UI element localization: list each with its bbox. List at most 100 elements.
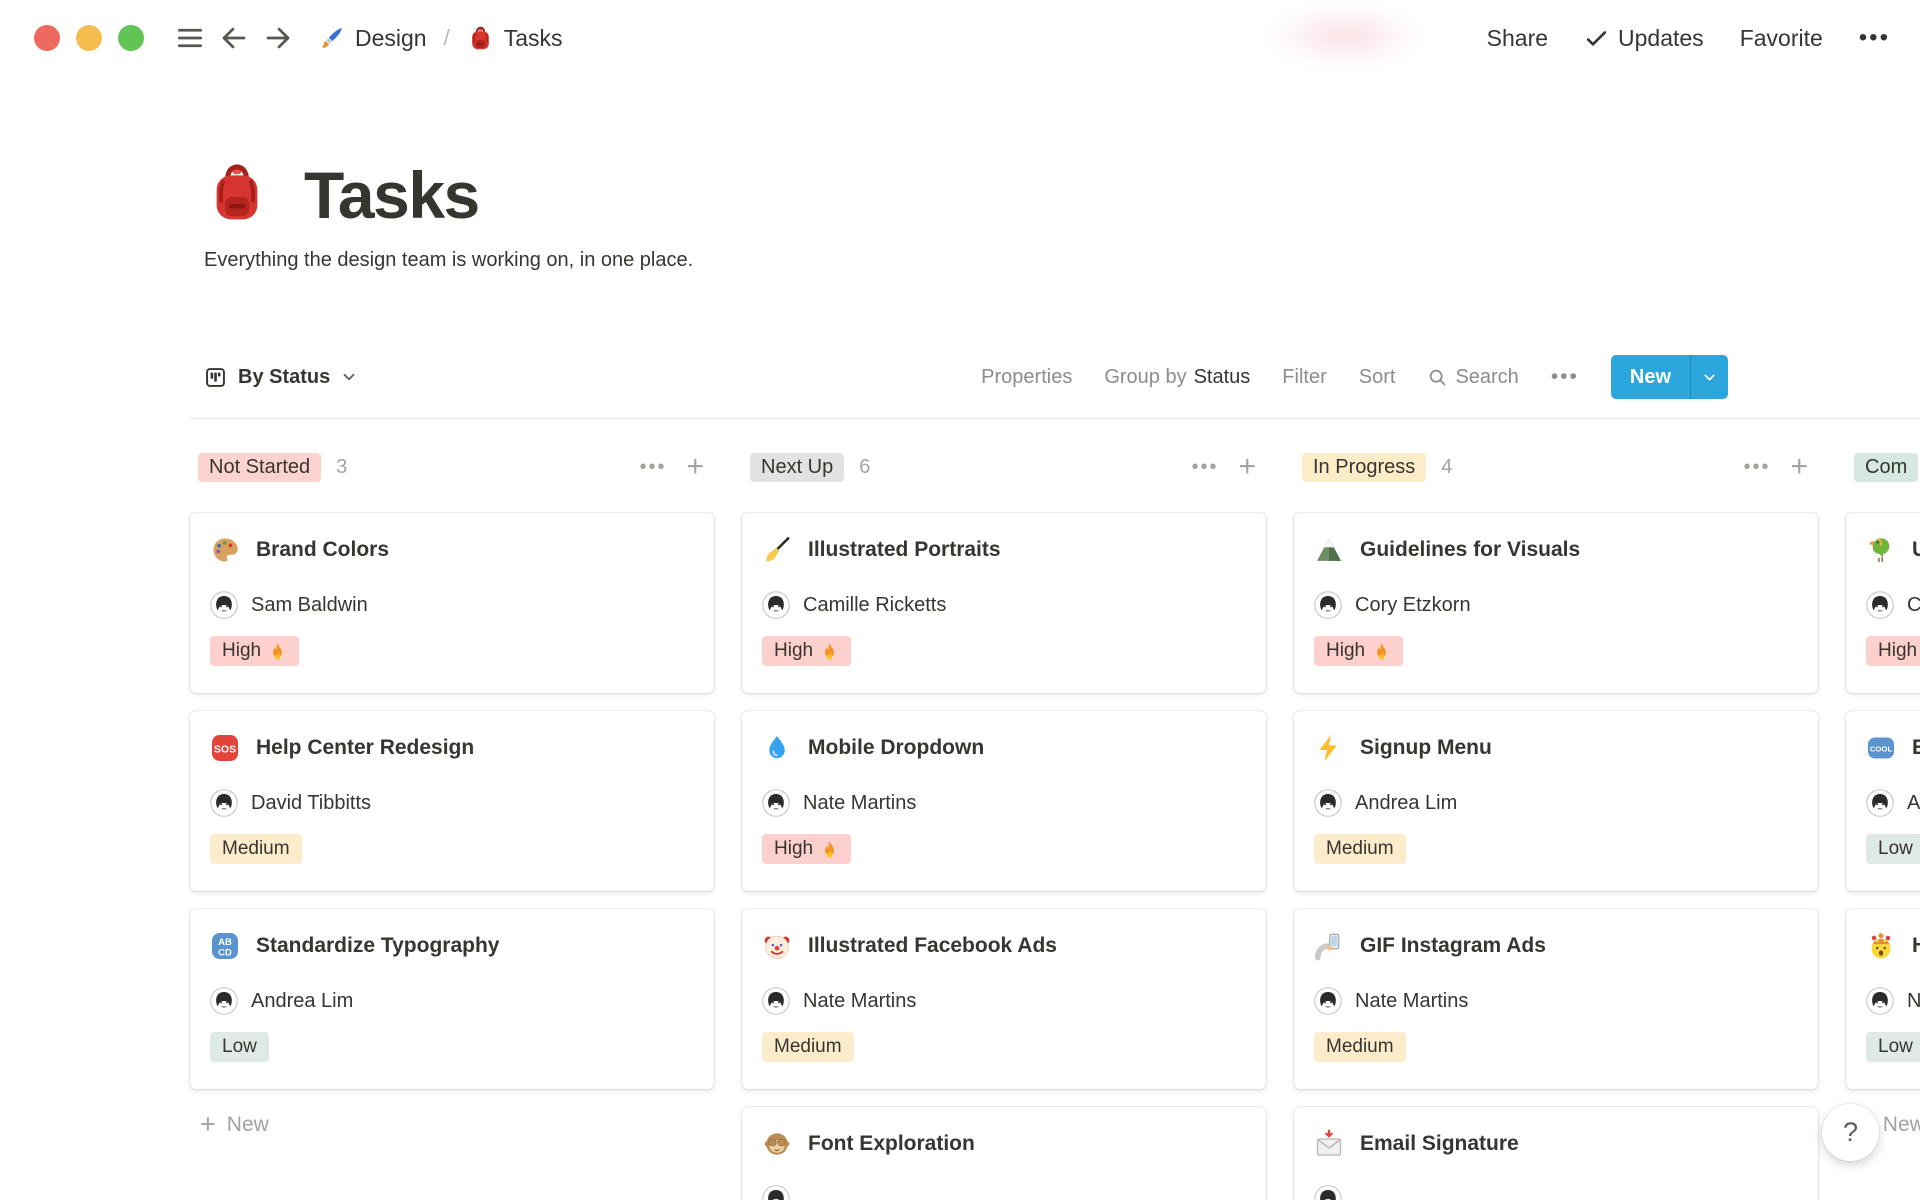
- card-title: Illustrated Portraits: [808, 538, 1001, 561]
- view-toolbar: By Status Properties Group by Status Fil…: [204, 348, 1728, 406]
- zoom-window-button[interactable]: [118, 25, 144, 51]
- task-card[interactable]: Standardize Typography Andrea Lim Low: [190, 909, 714, 1089]
- column-status-badge[interactable]: Next Up: [750, 452, 845, 482]
- priority-badge: Medium: [1314, 1032, 1406, 1062]
- avatar: [1866, 789, 1894, 817]
- priority-badge: Medium: [1314, 834, 1406, 864]
- card-title: Illustrated Facebook Ads: [808, 934, 1057, 957]
- lightning-icon: [1314, 733, 1344, 763]
- help-button[interactable]: ?: [1822, 1104, 1879, 1161]
- minimize-window-button[interactable]: [76, 25, 102, 51]
- assignee-name: A: [1907, 791, 1920, 814]
- card-title: H: [1912, 934, 1920, 957]
- column-add-button[interactable]: +: [1790, 452, 1808, 482]
- task-card[interactable]: H N Low: [1846, 909, 1920, 1089]
- favorite-button[interactable]: Favorite: [1740, 25, 1823, 52]
- column-add-button[interactable]: +: [1238, 452, 1256, 482]
- task-card[interactable]: U C High: [1846, 513, 1920, 693]
- column-count: 3: [336, 455, 348, 478]
- task-card[interactable]: Signup Menu Andrea Lim Medium: [1294, 711, 1818, 891]
- palette-icon: [210, 535, 240, 565]
- close-window-button[interactable]: [34, 25, 60, 51]
- search-button[interactable]: Search: [1427, 366, 1519, 389]
- priority-badge: High: [1314, 636, 1404, 666]
- assignee-name: Nate Martins: [803, 989, 917, 1012]
- share-button[interactable]: Share: [1487, 25, 1548, 52]
- priority-badge: High: [762, 834, 852, 864]
- card-title: Mobile Dropdown: [808, 736, 985, 759]
- page-icon-backpack[interactable]: [204, 160, 270, 231]
- assignee-name: Cory Etzkorn: [1355, 593, 1471, 616]
- fire-icon: [1372, 642, 1391, 661]
- fire-icon: [268, 642, 287, 661]
- assignee-name: Sam Baldwin: [251, 593, 368, 616]
- column-add-button[interactable]: +: [686, 452, 704, 482]
- task-card[interactable]: Guidelines for Visuals Cory Etzkorn High: [1294, 513, 1818, 693]
- cool-icon: [1866, 733, 1896, 763]
- task-card[interactable]: Illustrated Portraits Camille Ricketts H…: [742, 513, 1266, 693]
- droplet-icon: [762, 733, 792, 763]
- avatar: [210, 987, 238, 1015]
- priority-badge: Low: [210, 1032, 269, 1062]
- priority-badge: Medium: [210, 834, 302, 864]
- notion-window: Design / Tasks Share Updates Favorite ••…: [0, 0, 1920, 1200]
- task-card[interactable]: Brand Colors Sam Baldwin High: [190, 513, 714, 693]
- group-by-button[interactable]: Group by Status: [1104, 366, 1250, 389]
- column-count: 6: [859, 455, 871, 478]
- avatar: [762, 789, 790, 817]
- updates-button[interactable]: Updates: [1584, 25, 1704, 52]
- fire-icon: [820, 642, 839, 661]
- board-column-not-started: Not Started 3 ••• + Brand Colors Sam Bal…: [190, 449, 714, 1138]
- sidebar-toggle-button[interactable]: [168, 16, 212, 60]
- column-count: 4: [1441, 455, 1453, 478]
- ellipsis-icon: •••: [1858, 24, 1890, 51]
- task-card[interactable]: Font Exploration: [742, 1107, 1266, 1200]
- back-button[interactable]: [212, 16, 256, 60]
- view-more-button[interactable]: •••: [1551, 365, 1579, 389]
- new-button-dropdown[interactable]: [1691, 355, 1728, 399]
- page-description: Everything the design team is working on…: [204, 249, 694, 271]
- column-status-badge[interactable]: Com: [1854, 452, 1919, 482]
- incoming-envelope-icon: [1314, 1129, 1344, 1159]
- new-button[interactable]: New: [1610, 355, 1728, 399]
- add-card-button[interactable]: +New: [190, 1111, 269, 1138]
- card-title: GIF Instagram Ads: [1360, 934, 1546, 957]
- filter-button[interactable]: Filter: [1282, 366, 1326, 389]
- sort-button[interactable]: Sort: [1359, 366, 1396, 389]
- topbar-actions: Share Updates Favorite •••: [1487, 24, 1890, 52]
- arrow-right-icon: [262, 22, 294, 54]
- breadcrumb-tasks-label: Tasks: [503, 24, 563, 51]
- group-by-prefix: Group by: [1104, 365, 1187, 388]
- column-status-badge[interactable]: In Progress: [1302, 452, 1427, 482]
- column-more-button[interactable]: •••: [639, 456, 666, 479]
- breadcrumb: Design / Tasks: [312, 21, 569, 56]
- board-column-next-up: Next Up 6 ••• + Illustrated Portraits Ca…: [742, 449, 1266, 1200]
- board-column-in-progress: In Progress 4 ••• + Guidelines for Visua…: [1294, 449, 1818, 1200]
- task-card[interactable]: Help Center Redesign David Tibbitts Medi…: [190, 711, 714, 891]
- check-icon: [1584, 26, 1609, 51]
- hamburger-icon: [174, 22, 206, 54]
- assignee-name: Nate Martins: [1355, 989, 1469, 1012]
- column-more-button[interactable]: •••: [1191, 456, 1218, 479]
- properties-button[interactable]: Properties: [981, 366, 1072, 389]
- task-card[interactable]: Email Signature: [1294, 1107, 1818, 1200]
- column-more-button[interactable]: •••: [1743, 456, 1770, 479]
- task-card[interactable]: Mobile Dropdown Nate Martins High: [742, 711, 1266, 891]
- card-title: Brand Colors: [256, 538, 390, 561]
- breadcrumb-tasks[interactable]: Tasks: [461, 21, 569, 56]
- priority-badge: Low: [1866, 1032, 1920, 1062]
- card-title: E: [1912, 736, 1920, 759]
- forward-button[interactable]: [256, 16, 300, 60]
- assignee-name: Andrea Lim: [1355, 791, 1458, 814]
- paintbrush-icon: [318, 25, 345, 52]
- task-card[interactable]: E A Low: [1846, 711, 1920, 891]
- task-card[interactable]: Illustrated Facebook Ads Nate Martins Me…: [742, 909, 1266, 1089]
- more-options-button[interactable]: •••: [1859, 24, 1890, 52]
- column-status-badge[interactable]: Not Started: [198, 452, 322, 482]
- page-title: Tasks: [304, 157, 480, 232]
- breadcrumb-design[interactable]: Design: [312, 21, 433, 56]
- assignee-name: C: [1907, 593, 1920, 616]
- task-card[interactable]: GIF Instagram Ads Nate Martins Medium: [1294, 909, 1818, 1089]
- view-selector[interactable]: By Status: [204, 366, 357, 389]
- arrow-left-icon: [218, 22, 250, 54]
